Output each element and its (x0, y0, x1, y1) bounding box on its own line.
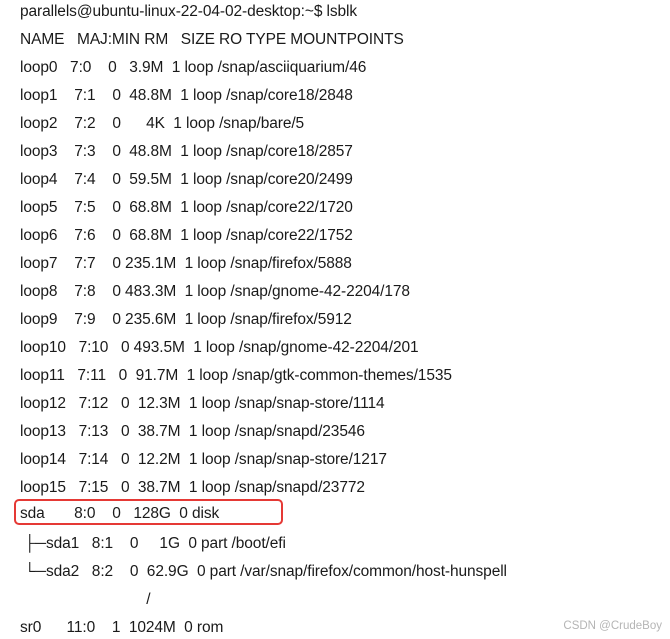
lsblk-row-loop12: loop12 7:12 0 12.3M 1 loop /snap/snap-st… (20, 395, 385, 412)
lsblk-row-loop8: loop8 7:8 0 483.3M 1 loop /snap/gnome-42… (20, 283, 410, 300)
lsblk-row-loop10: loop10 7:10 0 493.5M 1 loop /snap/gnome-… (20, 339, 419, 356)
lsblk-row-loop2: loop2 7:2 0 4K 1 loop /snap/bare/5 (20, 115, 305, 132)
terminal-output: parallels@ubuntu-linux-22-04-02-desktop:… (0, 0, 670, 639)
lsblk-row-sda2: └─sda2 8:2 0 62.9G 0 part /var/snap/fire… (20, 563, 507, 580)
csdn-watermark: CSDN @CrudeBoy (563, 620, 662, 632)
lsblk-row-loop1: loop1 7:1 0 48.8M 1 loop /snap/core18/28… (20, 87, 353, 104)
lsblk-row-loop7: loop7 7:7 0 235.1M 1 loop /snap/firefox/… (20, 255, 352, 272)
lsblk-row-loop0: loop0 7:0 0 3.9M 1 loop /snap/asciiquari… (20, 59, 367, 76)
lsblk-row-loop9: loop9 7:9 0 235.6M 1 loop /snap/firefox/… (20, 311, 352, 328)
lsblk-row-sda2-continuation: / (20, 591, 151, 608)
lsblk-row-sr0: sr0 11:0 1 1024M 0 rom (20, 619, 224, 636)
lsblk-header-row: NAME MAJ:MIN RM SIZE RO TYPE MOUNTPOINTS (20, 31, 404, 48)
command-prompt-line: parallels@ubuntu-linux-22-04-02-desktop:… (20, 3, 358, 20)
sda-highlight-box (14, 499, 283, 525)
lsblk-row-loop3: loop3 7:3 0 48.8M 1 loop /snap/core18/28… (20, 143, 353, 160)
lsblk-row-loop15: loop15 7:15 0 38.7M 1 loop /snap/snapd/2… (20, 479, 365, 496)
lsblk-row-loop6: loop6 7:6 0 68.8M 1 loop /snap/core22/17… (20, 227, 353, 244)
lsblk-row-loop11: loop11 7:11 0 91.7M 1 loop /snap/gtk-com… (20, 367, 452, 384)
lsblk-row-loop13: loop13 7:13 0 38.7M 1 loop /snap/snapd/2… (20, 423, 365, 440)
lsblk-row-sda1: ├─sda1 8:1 0 1G 0 part /boot/efi (20, 535, 286, 552)
lsblk-row-loop5: loop5 7:5 0 68.8M 1 loop /snap/core22/17… (20, 199, 353, 216)
lsblk-row-loop14: loop14 7:14 0 12.2M 1 loop /snap/snap-st… (20, 451, 387, 468)
lsblk-row-loop4: loop4 7:4 0 59.5M 1 loop /snap/core20/24… (20, 171, 353, 188)
